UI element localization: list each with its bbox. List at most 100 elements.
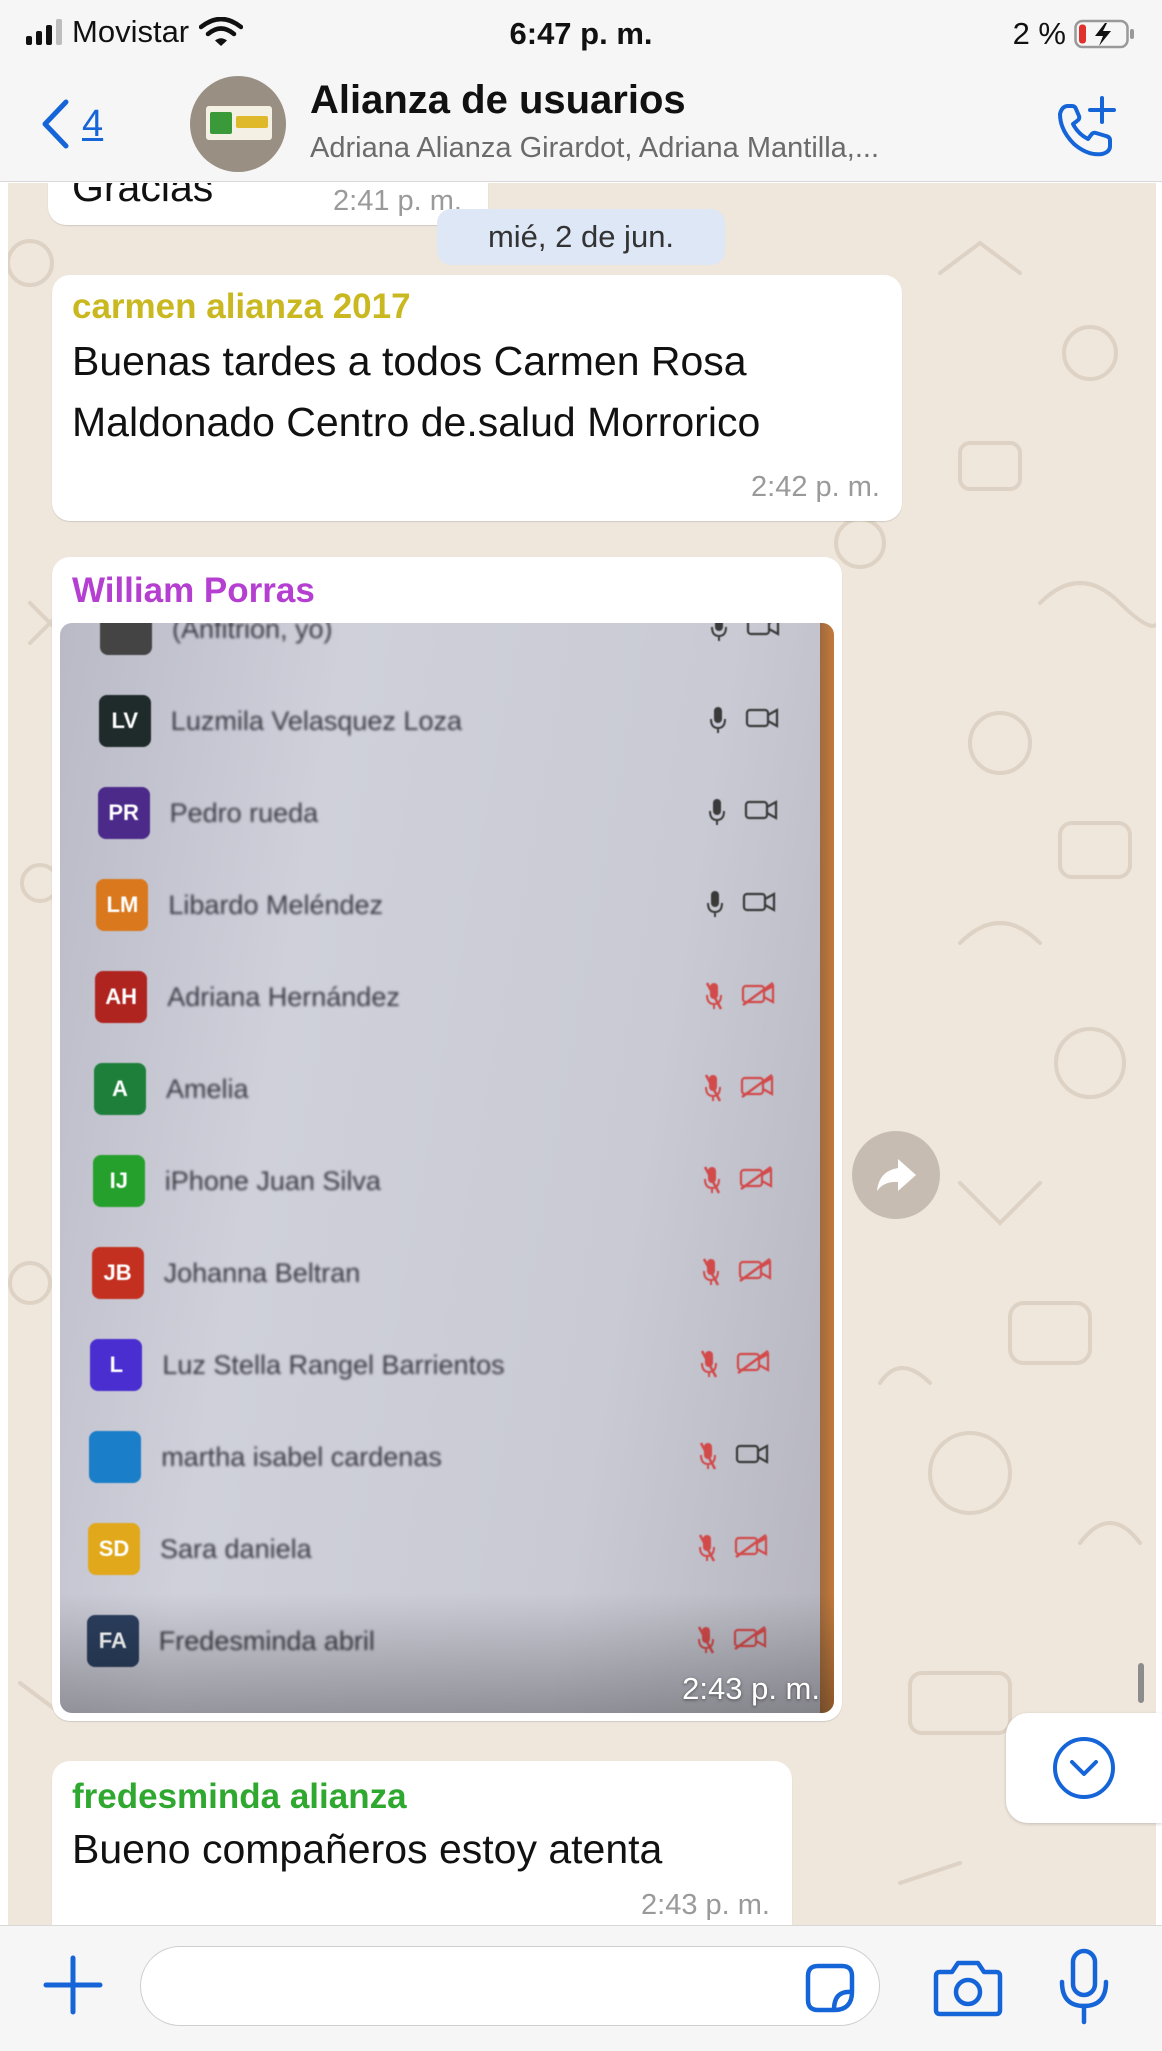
message-time: 2:43 p. m. — [682, 1671, 820, 1706]
image-message-bubble[interactable]: William Porras (Anfitrión, yo) LV Luzmila … — [52, 557, 842, 1721]
message-sender[interactable]: fredesminda alianza — [72, 1777, 407, 1817]
photo-participant-row: (Anfitrión, yo) — [100, 623, 780, 657]
camera-icon[interactable] — [932, 1956, 1004, 2018]
mic-off-icon — [700, 1442, 717, 1470]
photo-participant-row: martha isabel cardenas — [89, 1429, 769, 1485]
message-bubble[interactable]: carmen alianza 2017 Buenas tardes a todo… — [52, 275, 902, 521]
photo-participant-row: JB Johanna Beltran — [91, 1245, 771, 1301]
message-bubble[interactable]: fredesminda alianza Bueno compañeros est… — [52, 1761, 792, 1925]
message-input[interactable] — [140, 1946, 880, 2026]
photo-participant-avatar: IJ — [92, 1155, 145, 1207]
group-avatar[interactable] — [190, 76, 286, 172]
photo-participant-status — [705, 981, 775, 1011]
video-icon — [736, 1444, 769, 1464]
photo-participant-avatar: AH — [95, 971, 148, 1023]
video-icon — [744, 800, 777, 820]
scroll-indicator[interactable] — [1138, 1663, 1144, 1703]
microphone-icon[interactable] — [1056, 1948, 1112, 2026]
photo-participant-name: Adriana Hernández — [167, 981, 400, 1012]
photo-participant-row: LM Libardo Meléndez — [96, 877, 776, 933]
photo-participant-status — [709, 705, 779, 735]
photo-participant-status — [698, 1533, 768, 1563]
photo-participant-status — [706, 889, 776, 919]
composer-bar — [0, 1925, 1162, 2051]
photo-participant-row: IJ iPhone Juan Silva — [92, 1153, 772, 1209]
photo-participant-status — [700, 1349, 770, 1379]
mic-off-icon — [706, 982, 723, 1010]
message-text: Gracias — [72, 183, 214, 210]
back-button[interactable]: 4 — [40, 98, 103, 150]
photo-participant-name: Johanna Beltran — [163, 1257, 361, 1288]
video-icon — [746, 623, 780, 636]
photo-participant-name: (Anfitrión, yo) — [172, 623, 333, 644]
photo-participant-avatar: SD — [88, 1523, 140, 1575]
mic-icon — [708, 799, 725, 825]
photo-participant-status — [703, 1165, 773, 1195]
photo-participant-row: SD Sara daniela — [88, 1521, 768, 1577]
status-right: 2 % — [1013, 16, 1136, 52]
photo-participant-avatar: JB — [91, 1247, 144, 1299]
photo-participant-row: LV Luzmila Velasquez Loza — [98, 693, 778, 749]
battery-charging-icon — [1074, 19, 1134, 49]
mic-icon — [709, 707, 726, 733]
message-text: Bueno compañeros estoy atenta — [72, 1826, 663, 1872]
mic-icon — [711, 623, 727, 641]
battery-percent: 2 % — [1012, 16, 1066, 51]
photo-participant-status — [708, 797, 778, 827]
photo-participant-status — [699, 1441, 769, 1471]
message-sender[interactable]: carmen alianza 2017 — [72, 287, 411, 327]
photo-participant-avatar: PR — [97, 787, 150, 839]
message-sender[interactable]: William Porras — [72, 571, 315, 611]
photo-participant-name: Libardo Meléndez — [168, 889, 384, 920]
message-bubble[interactable]: Gracias 2:41 p. m. — [48, 183, 488, 225]
photo-participant-avatar — [89, 1431, 142, 1483]
chat-header: 4 Alianza de usuarios Adriana Alianza Gi… — [0, 72, 1162, 182]
photo-participant-row: AH Adriana Hernández — [95, 969, 775, 1025]
photo-participant-name: Luzmila Velasquez Loza — [170, 705, 462, 736]
status-bar: Movistar 6:47 p. m. 2 % — [0, 0, 1162, 72]
mic-off-icon — [702, 1258, 719, 1286]
photo-participant-status — [710, 623, 780, 643]
sticker-icon[interactable] — [804, 1962, 856, 2014]
video-off-icon — [738, 1257, 771, 1283]
photo-participant-name: Pedro rueda — [169, 797, 319, 828]
photo-participant-avatar: LM — [96, 879, 149, 931]
photo-participant-status — [702, 1257, 772, 1287]
chat-title[interactable]: Alianza de usuarios — [310, 78, 686, 123]
video-off-icon — [739, 1165, 772, 1191]
photo-participant-avatar — [100, 623, 152, 655]
message-text: Buenas tardes a todos Carmen Rosa Maldon… — [72, 338, 761, 445]
photo-participant-row: L Luz Stella Rangel Barrientos — [90, 1337, 770, 1393]
mic-off-icon — [698, 1534, 716, 1562]
shared-photo[interactable]: (Anfitrión, yo) LV Luzmila Velasquez Loza P… — [60, 623, 834, 1713]
chat-area[interactable]: Gracias 2:41 p. m. mié, 2 de jun. carmen… — [0, 183, 1162, 1925]
chat-participants[interactable]: Adriana Alianza Girardot, Adriana Mantil… — [310, 132, 1010, 165]
avatar-sign-image — [206, 106, 272, 140]
message-time: 2:42 p. m. — [751, 471, 880, 503]
mic-off-icon — [701, 1350, 718, 1378]
photo-participant-avatar: A — [94, 1063, 146, 1115]
video-off-icon — [740, 1073, 774, 1099]
message-time: 2:43 p. m. — [641, 1889, 770, 1921]
plus-icon[interactable] — [40, 1952, 106, 2018]
scroll-down-button[interactable] — [1006, 1713, 1162, 1823]
video-off-icon — [742, 981, 775, 1007]
photo-participant-name: martha isabel cardenas — [161, 1441, 442, 1472]
status-time: 6:47 p. m. — [509, 16, 653, 51]
mic-off-icon — [704, 1074, 722, 1102]
mic-off-icon — [703, 1166, 720, 1194]
video-off-icon — [737, 1349, 770, 1375]
photo-participant-name: Amelia — [166, 1073, 249, 1104]
photo-participant-row: A Amelia — [94, 1061, 774, 1117]
chevron-left-icon — [42, 99, 69, 149]
forward-icon — [877, 1159, 916, 1191]
photo-participant-avatar: L — [90, 1339, 143, 1391]
photo-participant-name: Sara daniela — [160, 1533, 312, 1564]
unread-count: 4 — [82, 102, 104, 145]
chevron-down-circle-icon — [1053, 1737, 1115, 1799]
video-icon — [743, 892, 776, 912]
add-call-icon[interactable] — [1050, 92, 1122, 164]
photo-participant-status — [704, 1073, 774, 1103]
forward-button[interactable] — [852, 1131, 940, 1219]
mic-icon — [707, 891, 724, 917]
